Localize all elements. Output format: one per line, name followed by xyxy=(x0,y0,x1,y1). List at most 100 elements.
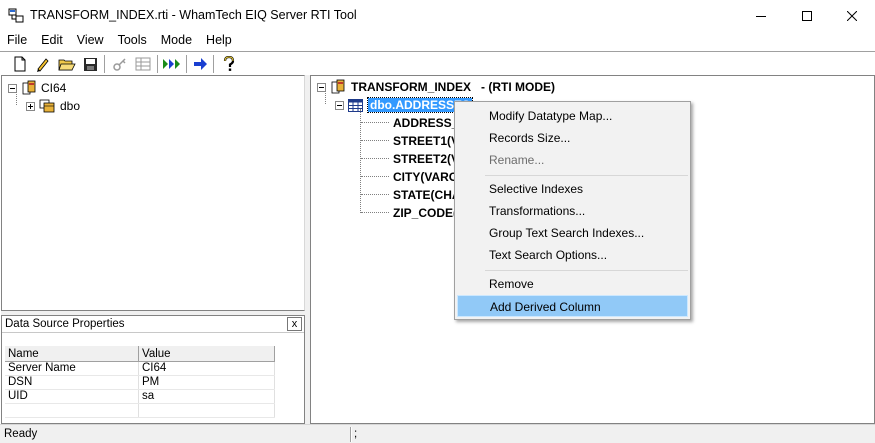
tree-connector xyxy=(16,92,17,105)
pencil-icon xyxy=(37,58,49,72)
open-folder-button[interactable] xyxy=(57,54,77,74)
window-title: TRANSFORM_INDEX.rti - WhamTech EIQ Serve… xyxy=(30,8,357,22)
tree-connector xyxy=(360,109,361,213)
toolbar-separator xyxy=(104,55,106,73)
minimize-button[interactable] xyxy=(738,0,784,31)
properties-header: Data Source Properties x xyxy=(2,316,304,333)
key-icon xyxy=(113,58,126,71)
help-button[interactable] xyxy=(219,54,239,74)
grid-header: Name Value xyxy=(5,345,275,362)
property-name xyxy=(5,404,139,417)
properties-close-button[interactable]: x xyxy=(287,317,302,331)
toolbar-separator xyxy=(157,55,159,73)
property-name: Server Name xyxy=(5,362,139,375)
next-button[interactable] xyxy=(191,54,211,74)
properties-grid[interactable]: Name Value Server Name CI64 DSN PM UID s… xyxy=(5,345,275,418)
menu-item-selective-indexes[interactable]: Selective Indexes xyxy=(457,178,688,200)
close-icon: x xyxy=(291,317,298,330)
tree-node-column[interactable]: STREET2(V. xyxy=(393,150,461,168)
save-button[interactable] xyxy=(80,54,100,74)
property-value: CI64 xyxy=(139,362,275,375)
table-row[interactable]: Server Name CI64 xyxy=(5,362,275,376)
tree-node-column[interactable]: STATE(CHA xyxy=(393,186,461,204)
close-button[interactable] xyxy=(829,0,875,31)
minimize-icon xyxy=(756,15,766,17)
menu-item-remove[interactable]: Remove xyxy=(457,273,688,295)
expand-toggle[interactable] xyxy=(26,101,35,111)
menu-item-modify-datatype-map[interactable]: Modify Datatype Map... xyxy=(457,105,688,127)
menu-bar: File Edit View Tools Mode Help xyxy=(0,31,875,51)
new-file-icon xyxy=(14,56,26,72)
new-file-button[interactable] xyxy=(10,54,30,74)
run-button[interactable] xyxy=(162,54,182,74)
menu-file[interactable]: File xyxy=(0,31,34,51)
grid-icon xyxy=(135,57,151,71)
tree-connector xyxy=(361,122,389,123)
maximize-icon xyxy=(802,10,812,21)
menu-item-rename: Rename... xyxy=(489,153,545,167)
menu-item-text-search-options[interactable]: Text Search Options... xyxy=(457,244,688,266)
help-icon xyxy=(223,56,235,71)
open-folder-icon xyxy=(58,59,76,71)
status-bar: Ready ; xyxy=(0,424,875,443)
menu-tools[interactable]: Tools xyxy=(111,31,154,51)
database-server-icon xyxy=(22,80,36,95)
menu-item-add-derived-column[interactable]: Add Derived Column xyxy=(457,295,688,317)
grid-button[interactable] xyxy=(133,54,153,74)
run-arrows-icon xyxy=(163,59,180,69)
mode-label: - (RTI MODE) xyxy=(481,80,556,94)
status-text: Ready xyxy=(4,428,38,440)
key-button[interactable] xyxy=(110,54,130,74)
table-row[interactable] xyxy=(5,404,275,418)
menu-edit[interactable]: Edit xyxy=(34,31,70,51)
property-name: DSN xyxy=(5,376,139,389)
menu-separator xyxy=(485,270,688,271)
schema-icon xyxy=(39,99,55,113)
menu-item-records-size[interactable]: Records Size... xyxy=(457,127,688,149)
collapse-toggle[interactable] xyxy=(335,100,344,110)
tree-node-label: dbo xyxy=(60,99,81,113)
tree-node-column[interactable]: CITY(VARC xyxy=(393,168,457,186)
app-icon xyxy=(8,8,24,23)
edit-button[interactable] xyxy=(33,54,53,74)
next-arrow-icon xyxy=(194,58,207,70)
tree-node-column[interactable]: ADDRESS_I xyxy=(393,114,462,132)
menu-item-transformations[interactable]: Transformations... xyxy=(457,200,688,222)
tree-node-label: CI64 xyxy=(41,81,67,95)
property-value xyxy=(139,404,275,417)
menu-mode[interactable]: Mode xyxy=(154,31,199,51)
tree-connector xyxy=(361,194,389,195)
database-server-icon xyxy=(331,79,345,94)
save-disk-icon xyxy=(83,57,97,71)
close-icon xyxy=(847,10,857,21)
tree-node-index[interactable]: TRANSFORM_INDEX - (RTI MODE) xyxy=(317,78,555,96)
property-value: PM xyxy=(139,376,275,389)
properties-title: Data Source Properties xyxy=(5,318,125,330)
table-row[interactable]: DSN PM xyxy=(5,376,275,390)
property-name: UID xyxy=(5,390,139,403)
menu-help[interactable]: Help xyxy=(199,31,239,51)
toolbar xyxy=(0,51,875,75)
data-source-tree[interactable]: CI64 dbo xyxy=(1,75,305,311)
toolbar-separator xyxy=(213,55,215,73)
property-value: sa xyxy=(139,390,275,403)
toolbar-separator xyxy=(186,55,188,73)
maximize-button[interactable] xyxy=(784,0,830,31)
column-header-name[interactable]: Name xyxy=(5,346,139,361)
tree-node-column[interactable]: STREET1(V. xyxy=(393,132,461,150)
tree-connector xyxy=(361,140,389,141)
table-row[interactable]: UID sa xyxy=(5,390,275,404)
tree-node-table[interactable]: dbo.ADDRESSES xyxy=(335,96,474,114)
menu-view[interactable]: View xyxy=(70,31,111,51)
tree-connector xyxy=(361,212,389,213)
menu-item-group-text-search-indexes[interactable]: Group Text Search Indexes... xyxy=(457,222,688,244)
tree-connector xyxy=(361,176,389,177)
column-header-value[interactable]: Value xyxy=(139,346,275,361)
tree-node-label: TRANSFORM_INDEX xyxy=(351,80,472,94)
status-secondary: ; xyxy=(354,428,358,440)
context-menu: Modify Datatype Map... Records Size... R… xyxy=(454,101,691,320)
tree-node-schema[interactable]: dbo xyxy=(26,97,80,115)
tree-connector xyxy=(361,158,389,159)
menu-separator xyxy=(485,175,688,176)
title-bar[interactable]: TRANSFORM_INDEX.rti - WhamTech EIQ Serve… xyxy=(0,0,875,31)
